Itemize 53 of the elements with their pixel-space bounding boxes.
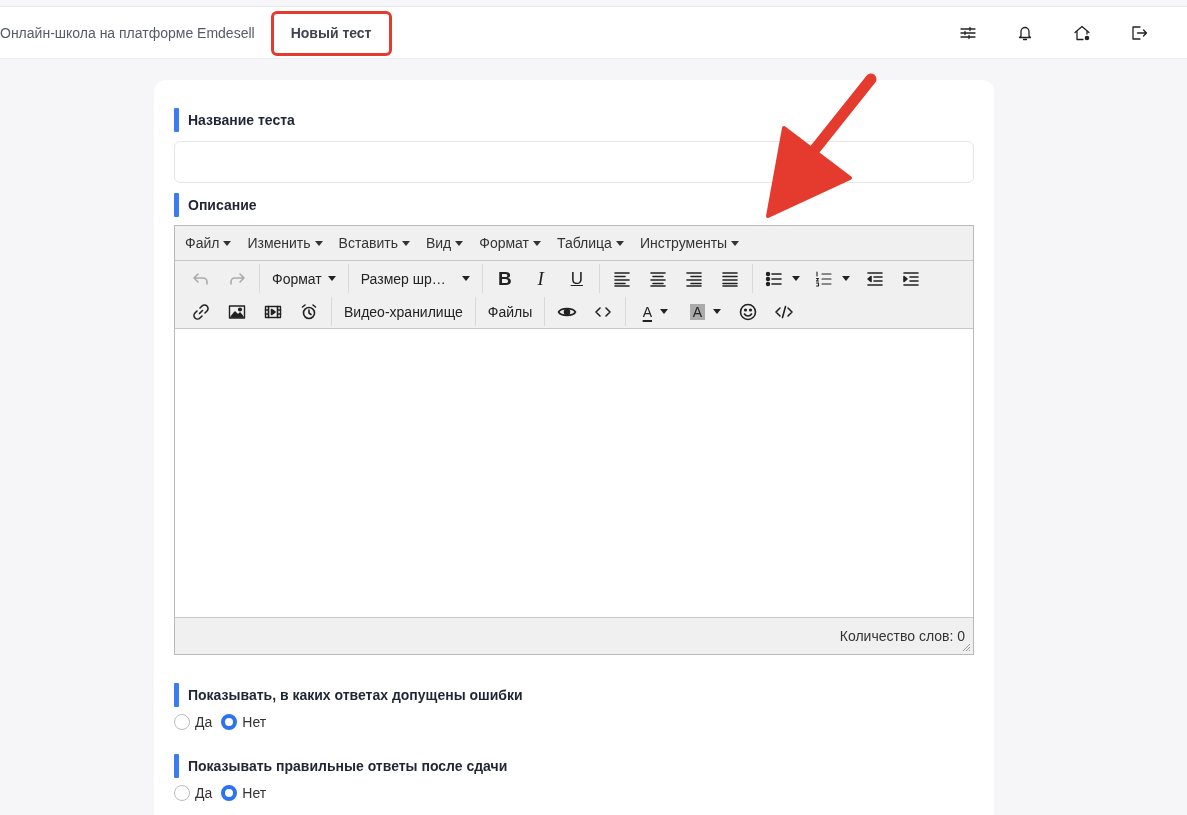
underline-button[interactable]: U [558, 265, 595, 292]
input-field[interactable] [174, 141, 974, 183]
menu-item[interactable]: Таблица [549, 235, 632, 251]
menu-item[interactable]: Вставить [330, 235, 418, 251]
menu-item[interactable]: Формат [471, 235, 549, 251]
caret-icon [791, 276, 800, 281]
text-color-button[interactable]: A [630, 298, 681, 325]
menu-item[interactable]: Инструменты [631, 235, 748, 251]
link-icon [191, 301, 211, 322]
menu-item[interactable]: Изменить [239, 235, 331, 251]
caret-icon [327, 276, 336, 281]
caret-icon [533, 240, 541, 246]
resize-handle[interactable] [962, 643, 971, 652]
smiley-icon [738, 301, 759, 322]
field-label: Показывать правильные ответы после сдачи [188, 758, 508, 774]
radio-label: Нет [242, 714, 267, 730]
menu-item[interactable]: Вид [417, 235, 472, 251]
bold-button[interactable]: B [486, 265, 523, 292]
background-color-button[interactable]: A [680, 298, 731, 325]
caret-icon [841, 276, 850, 281]
caret-icon [401, 240, 410, 246]
school-title[interactable]: Онлайн-школа на платформе Emdesell [0, 24, 255, 41]
toolbar-button[interactable]: Файлы [479, 298, 541, 325]
dropdown-button[interactable]: Размер шр… [352, 265, 478, 292]
field-label: Описание [188, 197, 257, 213]
radio-label: Да [195, 785, 213, 801]
dropdown-button[interactable]: Формат [264, 265, 344, 292]
caret-icon [223, 240, 232, 246]
caret-icon [615, 240, 624, 246]
radio-button[interactable] [221, 785, 238, 801]
field-label: Название теста [188, 112, 295, 128]
field-label: Показывать, в каких ответах допущены ошибки [188, 687, 523, 703]
radio-button[interactable] [221, 714, 238, 730]
menu-item[interactable]: Файл [177, 235, 240, 251]
caret-icon [455, 240, 464, 246]
label-marker [174, 193, 179, 217]
alarm-clock-icon [299, 301, 319, 322]
toolbar-button[interactable]: Видео-хранилище [336, 298, 471, 325]
caret-icon [731, 240, 740, 246]
label-marker [174, 683, 179, 707]
italic-button[interactable]: I [522, 265, 559, 292]
word-count: Количество слов: 0 [839, 628, 965, 644]
label-marker [174, 754, 179, 778]
radio-label: Нет [242, 785, 267, 801]
radio-button[interactable] [174, 714, 190, 730]
radio-label: Да [195, 714, 213, 730]
caret-icon [660, 309, 668, 314]
caret-icon [713, 309, 721, 314]
caret-icon [461, 276, 470, 281]
label-marker [174, 108, 179, 132]
radio-button[interactable] [174, 785, 190, 801]
caret-icon [314, 240, 323, 246]
page-title: Новый тест [290, 25, 372, 41]
